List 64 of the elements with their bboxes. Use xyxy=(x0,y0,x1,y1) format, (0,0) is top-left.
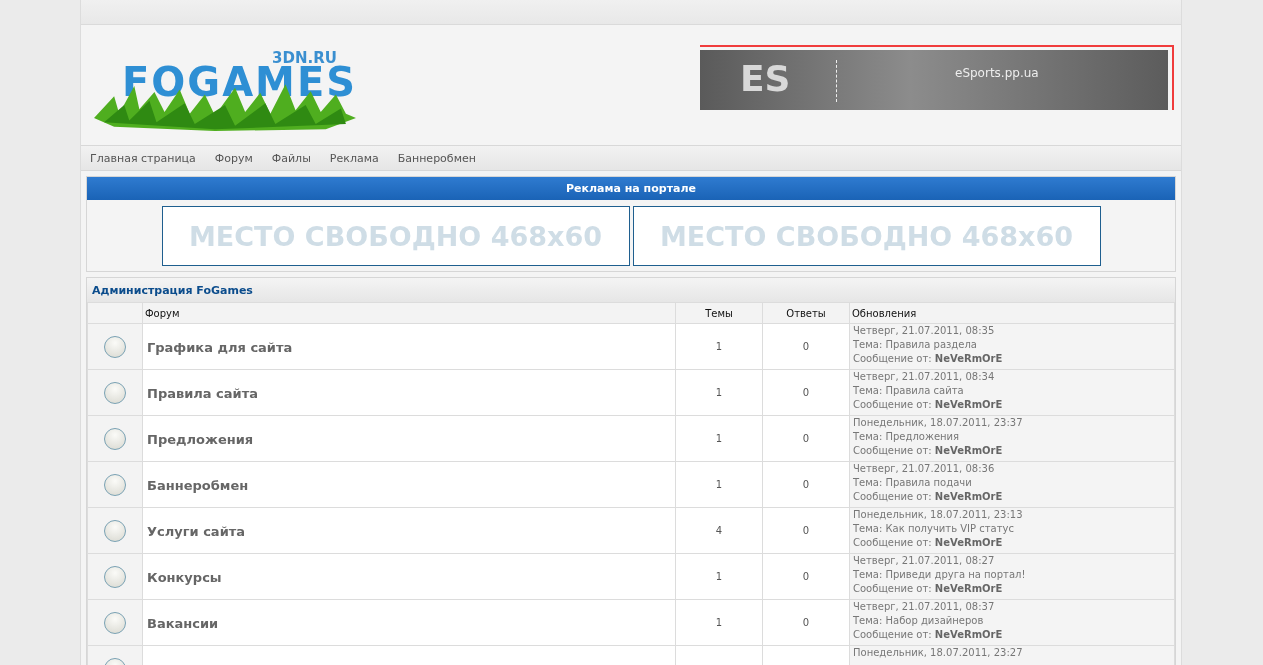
table-cell: 1 xyxy=(675,461,763,508)
banner-ad[interactable]: ES eSports.pp.ua xyxy=(700,50,1168,110)
table-cell: 1 xyxy=(675,323,763,370)
nav-link[interactable]: Главная страница xyxy=(90,151,196,165)
table-cell: 0 xyxy=(762,323,850,370)
table-cell: 1 xyxy=(675,599,763,646)
banner-logo: ES xyxy=(740,58,792,99)
column-header: Ответы xyxy=(762,302,850,324)
table-cell: 1 xyxy=(675,415,763,462)
forum-link[interactable]: Конкурсы xyxy=(143,570,222,585)
banner-text: eSports.pp.ua xyxy=(955,66,1039,80)
update-author: Сообщение от: NeVeRmOrE xyxy=(853,444,1004,458)
forum-status-icon xyxy=(104,519,126,542)
forum-link[interactable]: Графика для сайта xyxy=(143,340,293,355)
nav-link[interactable]: Реклама xyxy=(329,151,379,165)
update-author: Сообщение от: NeVeRmOrE xyxy=(853,536,1004,550)
update-author: Сообщение от: NeVeRmOrE xyxy=(853,352,1004,366)
forum-status-icon xyxy=(104,427,126,450)
table-cell: 0 xyxy=(762,461,850,508)
update-author: Сообщение от: NeVeRmOrE xyxy=(853,582,1004,596)
table-cell: 1 xyxy=(675,553,763,600)
update-date: Четверг, 21.07.2011, 08:37 xyxy=(853,600,996,614)
table-cell: 4 xyxy=(675,507,763,554)
table-cell: 0 xyxy=(762,553,850,600)
update-topic[interactable]: Тема: Правила сайта xyxy=(853,384,1174,398)
update-date: Понедельник, 18.07.2011, 23:13 xyxy=(853,508,1024,522)
forum-link[interactable]: Услуги сайта xyxy=(143,524,246,539)
update-date: Четверг, 21.07.2011, 08:35 xyxy=(853,324,996,338)
update-author: Сообщение от: NeVeRmOrE xyxy=(853,490,1004,504)
table-cell: 0 xyxy=(762,507,850,554)
table-cell: 0 xyxy=(762,369,850,416)
forum-link[interactable]: Баннеробмен xyxy=(143,478,249,493)
update-topic[interactable]: Тема: Правила раздела xyxy=(853,338,1174,352)
update-topic[interactable]: Тема: Как получить VIP статус xyxy=(853,522,1174,536)
category-title[interactable]: Администрация FoGames xyxy=(92,283,253,297)
column-header: Темы xyxy=(675,302,763,324)
forum-link[interactable]: Правила сайта xyxy=(143,386,258,401)
update-author: Сообщение от: NeVeRmOrE xyxy=(853,398,1004,412)
update-date: Четверг, 21.07.2011, 08:34 xyxy=(853,370,996,384)
forum-status-icon xyxy=(104,381,126,404)
forum-status-icon xyxy=(104,611,126,634)
forum-status-icon xyxy=(104,473,126,496)
update-date: Понедельник, 18.07.2011, 23:27 xyxy=(853,646,1024,660)
nav-link[interactable]: Форум xyxy=(214,151,253,165)
update-topic[interactable]: Тема: Набор дизайнеров xyxy=(853,614,1174,628)
nav-link[interactable]: Баннеробмен xyxy=(397,151,476,165)
forum-status-icon xyxy=(104,335,126,358)
update-author: Сообщение от: NeVeRmOrE xyxy=(853,628,1004,642)
nav-link[interactable]: Файлы xyxy=(271,151,311,165)
table-cell: 0 xyxy=(762,599,850,646)
update-topic[interactable]: Тема: Приведи друга на портал! xyxy=(853,568,1174,582)
update-date: Четверг, 21.07.2011, 08:36 xyxy=(853,462,996,476)
forum-link[interactable]: Вакансии xyxy=(143,616,219,631)
forum-link[interactable]: Предложения xyxy=(143,432,254,447)
column-header: Форум xyxy=(142,302,676,324)
table-cell: 0 xyxy=(762,415,850,462)
table-cell: 1 xyxy=(675,369,763,416)
update-topic[interactable]: Тема: Предложения xyxy=(853,430,1174,444)
update-date: Четверг, 21.07.2011, 08:27 xyxy=(853,554,996,568)
update-topic[interactable]: Тема: Правила подачи xyxy=(853,476,1174,490)
forum-status-icon xyxy=(104,565,126,588)
update-date: Понедельник, 18.07.2011, 23:37 xyxy=(853,416,1024,430)
panel-header: Реклама на портале xyxy=(87,177,1175,200)
column-header: Обновления xyxy=(849,302,1175,324)
